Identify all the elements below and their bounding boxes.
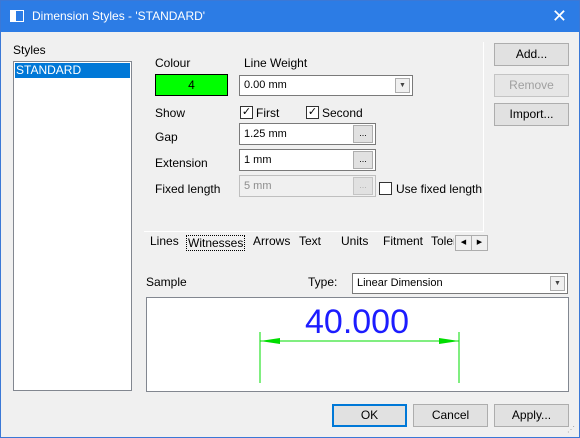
tab-text[interactable]: Text [299,234,321,248]
window-icon [10,10,24,22]
chevron-down-icon[interactable]: ▼ [395,78,410,93]
style-item-standard[interactable]: STANDARD [15,63,130,78]
tab-witnesses[interactable]: Witnesses [186,235,246,251]
fixed-length-value: 5 mm [244,180,272,192]
chevron-right-icon[interactable]: ▶ [471,235,488,251]
dimension-type-value: Linear Dimension [357,277,443,289]
show-label: Show [155,106,186,120]
gap-value: 1.25 mm [244,128,287,140]
show-first-checkbox[interactable]: ✓ [240,106,253,119]
add-button[interactable]: Add... [494,43,569,66]
gap-ellipsis-button[interactable]: ... [353,125,373,143]
chevron-down-icon[interactable]: ▼ [550,276,565,291]
colour-swatch-button[interactable]: 4 [155,74,228,96]
styles-list[interactable]: STANDARD [13,61,132,391]
extension-ellipsis-button[interactable]: ... [353,151,373,169]
fixed-length-ellipsis-button[interactable]: ... [353,177,373,195]
title-bar[interactable]: Dimension Styles - 'STANDARD' ✕ [1,1,579,32]
arrow-left [260,338,280,344]
resize-grip-icon[interactable]: ⋰ [567,425,575,434]
ok-button[interactable]: OK [332,404,407,427]
colour-label: Colour [155,56,191,70]
show-second-label: Second [322,106,363,120]
type-label: Type: [308,275,338,289]
show-second-checkbox[interactable]: ✓ [306,106,319,119]
extension-value: 1 mm [244,154,272,166]
remove-button[interactable]: Remove [494,74,569,97]
dimension-type-select[interactable]: Linear Dimension ▼ [352,273,568,294]
sample-label: Sample [146,275,187,289]
tab-lines[interactable]: Lines [150,234,179,248]
gap-input[interactable]: 1.25 mm ... [239,123,376,145]
extension-input[interactable]: 1 mm ... [239,149,376,171]
arrow-right [439,338,459,344]
tab-arrows[interactable]: Arrows [253,234,290,248]
use-fixed-length-checkbox[interactable] [379,182,392,195]
gap-label: Gap [155,130,178,144]
tab-tolerance[interactable]: Toler [431,234,454,248]
chevron-left-icon[interactable]: ◀ [455,235,472,251]
use-fixed-length-label: Use fixed length [396,182,483,196]
dialog-window: Dimension Styles - 'STANDARD' ✕ Styles S… [0,0,580,438]
tab-units[interactable]: Units [341,234,368,248]
close-icon[interactable]: ✕ [552,6,567,26]
fixed-length-input[interactable]: 5 mm ... [239,175,376,197]
line-weight-value: 0.00 mm [244,79,287,91]
apply-button[interactable]: Apply... [494,404,569,427]
styles-label: Styles [13,43,46,57]
line-weight-label: Line Weight [244,56,308,70]
show-first-label: First [256,106,280,120]
cancel-button[interactable]: Cancel [413,404,488,427]
sample-preview: 40.000 [146,297,569,392]
dimension-preview: 40.000 [259,303,460,383]
dimension-text: 40.000 [305,303,409,341]
extension-label: Extension [155,156,208,170]
fixed-length-label: Fixed length [155,182,221,196]
tab-fitment[interactable]: Fitment [383,234,423,248]
import-button[interactable]: Import... [494,103,569,126]
line-weight-select[interactable]: 0.00 mm ▼ [239,75,413,96]
window-title: Dimension Styles - 'STANDARD' [32,9,206,23]
